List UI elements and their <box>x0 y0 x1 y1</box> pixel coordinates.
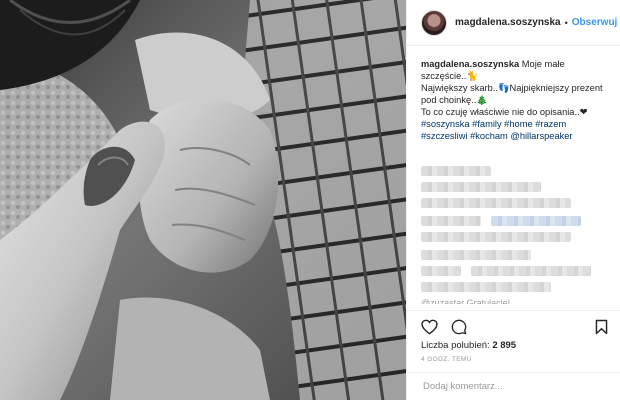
caption-hashtags-1[interactable]: #soszynska #family #home #razem <box>421 118 610 130</box>
caption-line-2: Największy skarb..👣Najpiękniejszy prezen… <box>421 83 603 105</box>
post-side-panel: magdalena.soszynska • Obserwuj magdalena… <box>406 0 620 400</box>
comment-input[interactable] <box>421 380 611 393</box>
add-comment-bar <box>407 372 620 400</box>
avatar[interactable] <box>421 9 447 36</box>
like-button[interactable] <box>419 317 439 337</box>
header-username[interactable]: magdalena.soszynska <box>455 17 561 28</box>
caption-line-3: To co czuję właściwie nie do opisania..❤ <box>421 107 588 117</box>
follow-button[interactable]: Obserwuj <box>572 17 618 28</box>
likes-count[interactable]: Liczba polubień: 2 895 <box>421 340 516 351</box>
caption-username[interactable]: magdalena.soszynska <box>421 59 519 69</box>
save-button[interactable] <box>591 317 611 337</box>
cut-off-comment: @zuzastar Gratulacje! <box>421 298 511 304</box>
caption-hashtags-2[interactable]: #szczesliwi #kocham @hillarspeaker <box>421 130 610 142</box>
comment-button[interactable] <box>449 317 469 337</box>
comment-icon <box>451 319 467 334</box>
separator-dot: • <box>564 17 568 28</box>
likes-number: 2 895 <box>492 340 517 351</box>
bookmark-icon <box>595 319 607 334</box>
heart-icon <box>420 319 438 335</box>
likes-label: Liczba polubień: <box>421 340 490 351</box>
post-actions <box>407 310 620 342</box>
blurred-comments <box>421 166 611 296</box>
post-timestamp[interactable]: 4 GODZ. TEMU <box>421 356 472 363</box>
post-caption: magdalena.soszynska Moje małe szczęście.… <box>407 46 620 142</box>
post-photo[interactable] <box>0 0 406 400</box>
instagram-post: magdalena.soszynska • Obserwuj magdalena… <box>0 0 620 400</box>
photo-image <box>0 0 406 400</box>
post-header: magdalena.soszynska • Obserwuj <box>407 0 620 46</box>
